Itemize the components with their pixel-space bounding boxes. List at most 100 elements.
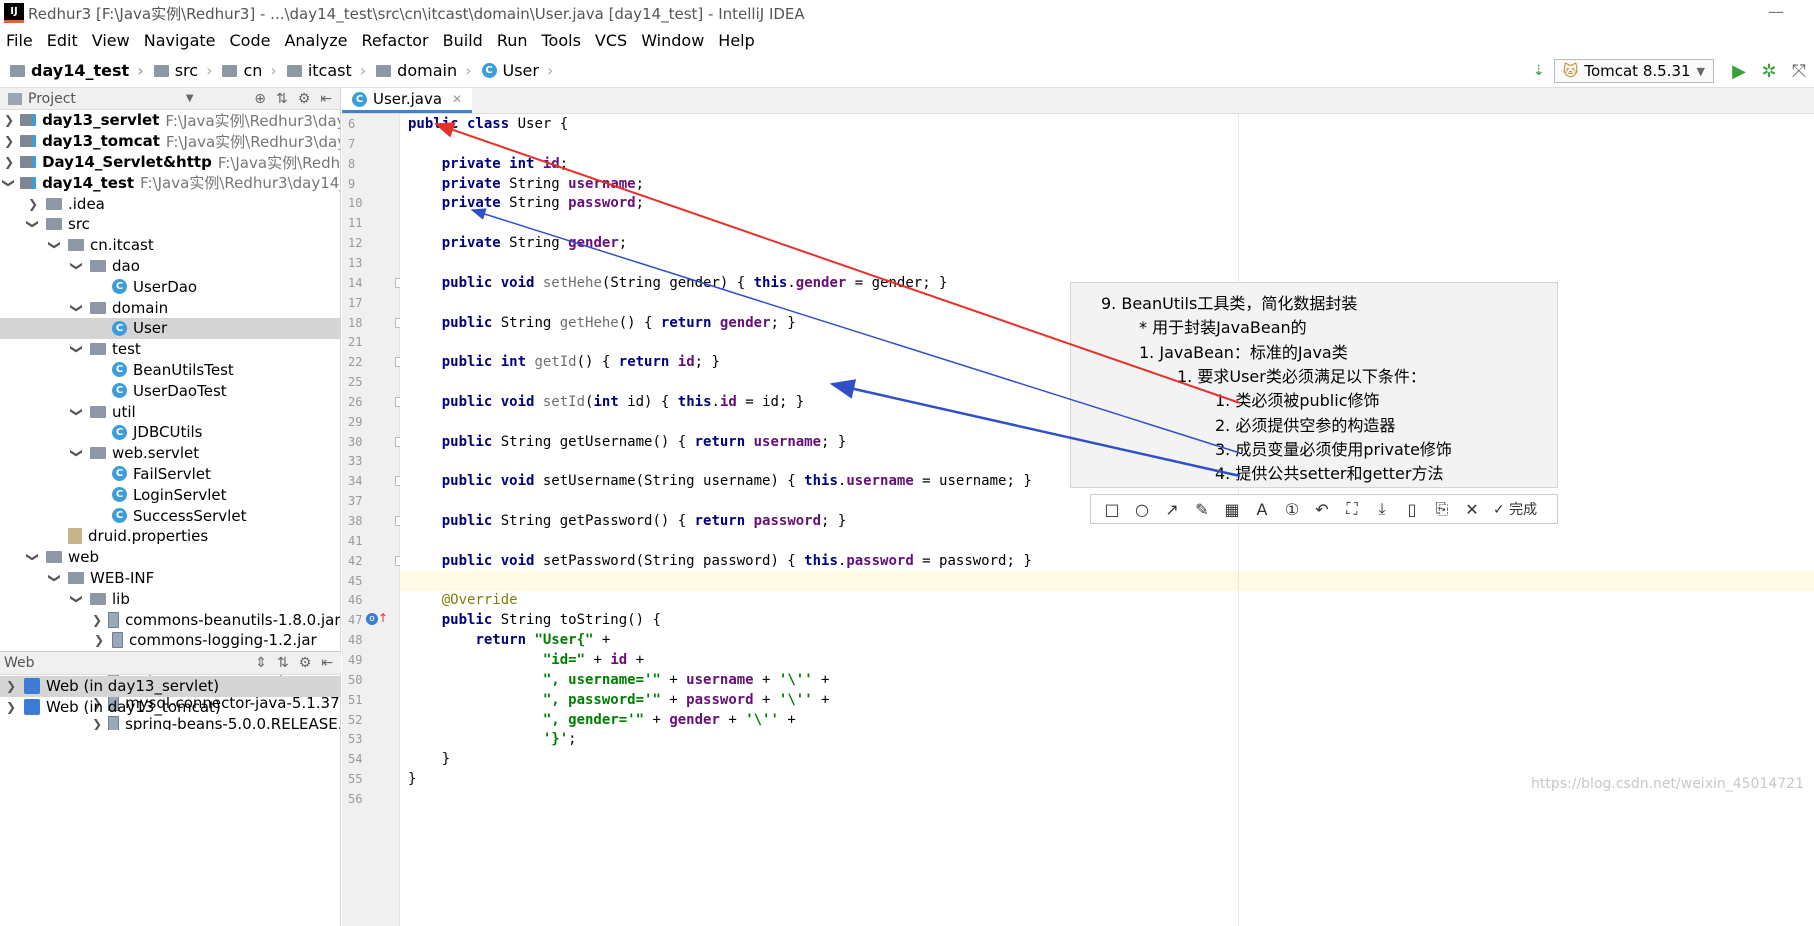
download-icon[interactable]: ⤓ <box>1367 499 1397 519</box>
tree-item[interactable]: ❯ day14_test F:\Java实例\Redhur3\day14_test <box>0 172 340 193</box>
tree-item[interactable]: ❯ Day14_Servlet&http F:\Java实例\Redhur3\Day… <box>0 152 340 173</box>
done-button[interactable]: ✓ 完成 <box>1493 499 1537 519</box>
collapse-arrow-icon[interactable]: ❯ <box>26 550 40 564</box>
coverage-icon[interactable]: ⤧ <box>1784 59 1814 83</box>
collapse-arrow-icon[interactable]: ❯ <box>70 405 84 419</box>
tab-user-java[interactable]: C User.java ✕ <box>342 88 473 113</box>
tree-item[interactable]: C JDBCUtils <box>0 422 340 443</box>
tree-item[interactable]: ❯ day13_servlet F:\Java实例\Redhur3\day13_se… <box>0 110 340 131</box>
tree-item[interactable]: ❯ domain <box>0 297 340 318</box>
tree-item[interactable]: ❯ cn.itcast <box>0 235 340 256</box>
build-icon[interactable]: ⇣ <box>1524 59 1554 83</box>
web-tree-item[interactable]: ❯ Web (in day13_servlet) <box>0 676 341 697</box>
tree-item[interactable]: ❯ WEB-INF <box>0 568 340 589</box>
collapse-icon[interactable]: ⇅ <box>277 655 289 671</box>
hide-icon[interactable]: ⇤ <box>321 655 333 671</box>
text-tool-icon[interactable]: A <box>1247 500 1277 519</box>
debug-icon[interactable]: ✲ <box>1754 59 1784 83</box>
tree-item[interactable]: ❯ commons-logging-1.2.jar <box>0 630 340 651</box>
tree-item[interactable]: ❯ src <box>0 214 340 235</box>
menu-item-vcs[interactable]: VCS <box>595 31 627 50</box>
breadcrumb-item[interactable]: src › <box>153 61 212 80</box>
collapse-icon[interactable]: ⇅ <box>276 91 288 107</box>
menu-item-code[interactable]: Code <box>230 31 271 50</box>
mosaic-tool-icon[interactable]: ▦ <box>1217 500 1247 519</box>
ellipse-tool-icon[interactable]: ○ <box>1127 500 1157 519</box>
expand-arrow-icon[interactable]: ❯ <box>4 679 18 693</box>
tree-item[interactable]: ❯ commons-beanutils-1.8.0.jar <box>0 609 340 630</box>
menu-item-file[interactable]: File <box>6 31 33 50</box>
tree-item[interactable]: ❯ .idea <box>0 193 340 214</box>
menu-item-tools[interactable]: Tools <box>542 31 581 50</box>
collapse-arrow-icon[interactable]: ❯ <box>70 446 84 460</box>
collapse-arrow-icon[interactable]: ❯ <box>2 178 16 188</box>
collapse-arrow-icon[interactable]: ❯ <box>70 259 84 273</box>
menu-item-analyze[interactable]: Analyze <box>284 31 347 50</box>
expand-arrow-icon[interactable]: ❯ <box>92 633 106 647</box>
web-tree-item[interactable]: ❯ Web (in day13_tomcat) <box>0 697 341 718</box>
tree-item[interactable]: C BeanUtilsTest <box>0 360 340 381</box>
expand-arrow-icon[interactable]: ❯ <box>4 700 18 714</box>
expand-arrow-icon[interactable]: ❯ <box>4 134 14 148</box>
minimize-icon[interactable]: — <box>1768 2 1784 21</box>
breadcrumb-item[interactable]: itcast › <box>286 61 366 80</box>
tree-item[interactable]: ❯ dao <box>0 256 340 277</box>
tree-item[interactable]: C User <box>0 317 340 339</box>
gear-icon[interactable]: ⚙ <box>298 91 311 107</box>
menu-item-build[interactable]: Build <box>443 31 483 50</box>
collapse-arrow-icon[interactable]: ❯ <box>70 342 84 356</box>
tree-item[interactable]: ❯ test <box>0 339 340 360</box>
breadcrumb-item[interactable]: C User › <box>481 61 553 80</box>
collapse-arrow-icon[interactable]: ❯ <box>70 592 84 606</box>
expand-arrow-icon[interactable]: ❯ <box>4 113 14 127</box>
tree-item[interactable]: C UserDao <box>0 276 340 297</box>
run-config-select[interactable]: 🐱 Tomcat 8.5.31 ▼ <box>1553 59 1714 83</box>
menu-item-window[interactable]: Window <box>641 31 704 50</box>
tree-item[interactable]: ❯ web.servlet <box>0 443 340 464</box>
locate-icon[interactable]: ⊕ <box>254 91 266 107</box>
expand-arrow-icon[interactable]: ❯ <box>26 197 40 211</box>
tree-item[interactable]: ❯ web <box>0 547 340 568</box>
gear-icon[interactable]: ⚙ <box>299 655 312 671</box>
rectangle-tool-icon[interactable]: □ <box>1097 500 1127 519</box>
collapse-arrow-icon[interactable]: ❯ <box>26 217 40 231</box>
menu-item-view[interactable]: View <box>92 31 130 50</box>
undo-icon[interactable]: ↶ <box>1307 500 1337 519</box>
collapse-arrow-icon[interactable]: ❯ <box>48 238 62 252</box>
tree-item[interactable]: C SuccessServlet <box>0 505 340 526</box>
copy-icon[interactable]: ⎘ <box>1427 499 1457 519</box>
pin-icon[interactable]: ▯ <box>1397 500 1427 519</box>
menu-item-edit[interactable]: Edit <box>47 31 78 50</box>
close-icon[interactable]: ✕ <box>452 92 462 106</box>
tree-item[interactable]: ❯ day13_tomcat F:\Java实例\Redhur3\day13_tom… <box>0 131 340 152</box>
menu-item-run[interactable]: Run <box>497 31 528 50</box>
arrow-tool-icon[interactable]: ↗ <box>1157 500 1187 519</box>
expand-arrow-icon[interactable]: ❯ <box>92 717 102 731</box>
tree-item[interactable]: C LoginServlet <box>0 484 340 505</box>
tree-item[interactable]: druid.properties <box>0 526 340 547</box>
expand-arrow-icon[interactable]: ❯ <box>4 155 14 169</box>
fullscreen-icon[interactable]: ⛶ <box>1337 499 1367 519</box>
tree-item[interactable]: C FailServlet <box>0 464 340 485</box>
breadcrumb-item[interactable]: cn › <box>222 61 277 80</box>
hide-icon[interactable]: ⇤ <box>320 91 332 107</box>
expand-icon[interactable]: ⇕ <box>255 655 267 671</box>
collapse-arrow-icon[interactable]: ❯ <box>70 301 84 315</box>
breadcrumb-item[interactable]: domain › <box>376 61 472 80</box>
project-panel-title[interactable]: Project <box>28 91 76 107</box>
menu-item-help[interactable]: Help <box>718 31 754 50</box>
pen-tool-icon[interactable]: ✎ <box>1187 500 1217 519</box>
menu-item-refactor[interactable]: Refactor <box>362 31 429 50</box>
run-icon[interactable]: ▶ <box>1724 59 1754 83</box>
number-tool-icon[interactable]: ① <box>1277 500 1307 519</box>
breadcrumb-item[interactable]: day14_test › <box>10 61 144 80</box>
tree-item[interactable]: ❯ lib <box>0 588 340 609</box>
expand-arrow-icon[interactable]: ❯ <box>92 613 102 627</box>
tree-item[interactable]: ❯ util <box>0 401 340 422</box>
menu-item-navigate[interactable]: Navigate <box>144 31 216 50</box>
close-icon[interactable]: ✕ <box>1457 500 1487 519</box>
chevron-down-icon[interactable]: ▼ <box>186 93 194 104</box>
collapse-arrow-icon[interactable]: ❯ <box>48 571 62 585</box>
class-icon: C <box>112 466 127 482</box>
tree-item[interactable]: C UserDaoTest <box>0 380 340 401</box>
